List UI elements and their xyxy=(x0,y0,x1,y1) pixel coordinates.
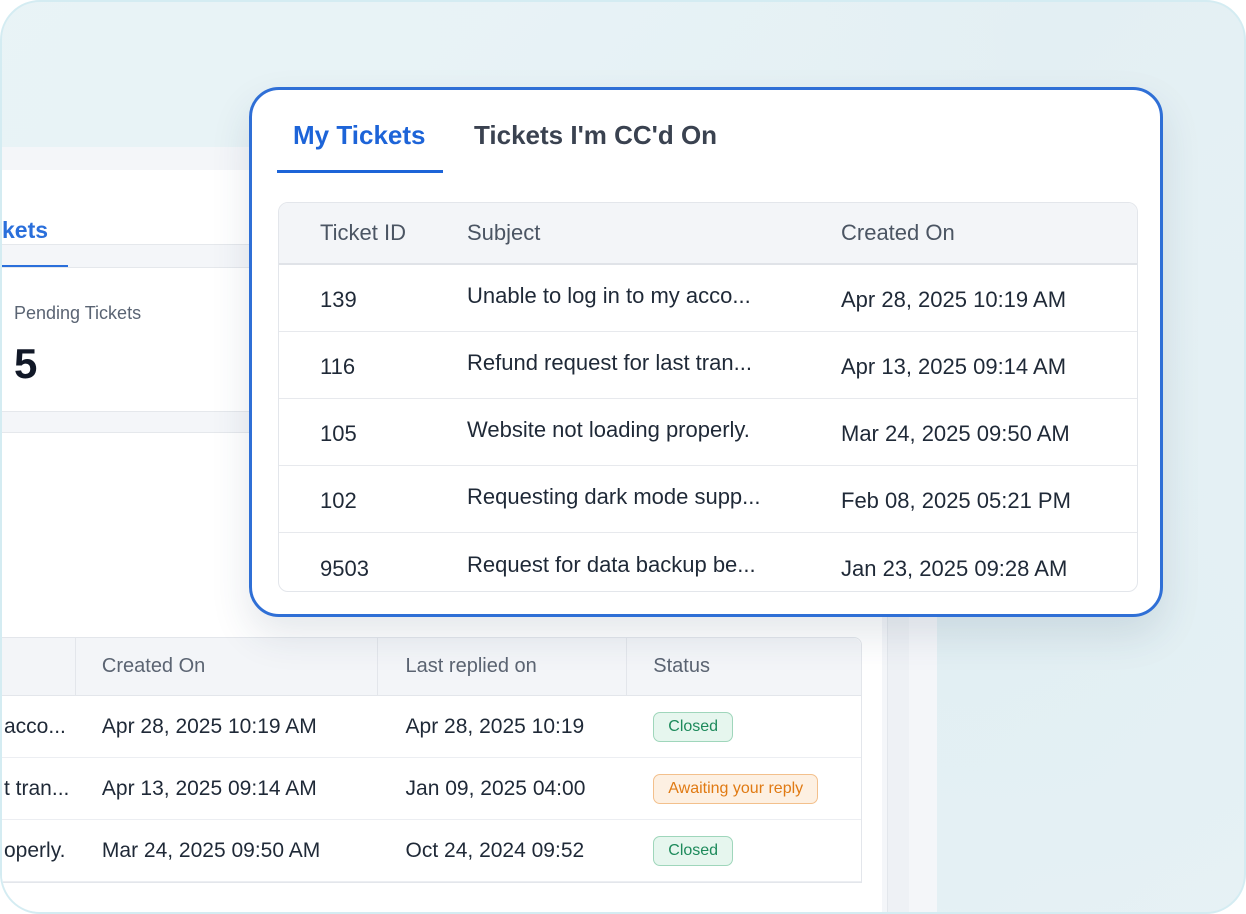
tab-my-tickets[interactable]: My Tickets xyxy=(293,120,425,151)
background-tab-my-tickets[interactable]: kets xyxy=(2,217,48,244)
created-on-cell: Apr 13, 2025 09:14 AM xyxy=(841,354,1067,379)
background-table-header: Created On Last replied on Status xyxy=(2,638,861,696)
subject-cell: Website not loading properly. xyxy=(467,417,750,442)
background-tickets-table: Created On Last replied on Status acco..… xyxy=(2,637,862,883)
active-tab-underline xyxy=(277,170,443,173)
table-row[interactable]: 9503 Request for data backup be... Jan 2… xyxy=(279,533,1137,591)
table-row[interactable]: 139 Unable to log in to my acco... Apr 2… xyxy=(279,265,1137,332)
created-on-cell: Jan 23, 2025 09:28 AM xyxy=(841,555,1068,581)
table-row[interactable]: acco... Apr 28, 2025 10:19 AM Apr 28, 20… xyxy=(2,696,861,758)
last-replied-cell: Jan 09, 2025 04:00 xyxy=(405,776,586,800)
created-on-cell: Apr 28, 2025 10:19 AM xyxy=(101,714,317,738)
ticket-id-cell: 105 xyxy=(320,421,357,446)
status-badge: Closed xyxy=(653,711,734,742)
column-header-last-replied[interactable]: Last replied on xyxy=(378,638,628,695)
column-header-created-on[interactable]: Created On xyxy=(76,638,378,695)
subject-cell: Unable to log in to my acco... xyxy=(467,283,751,308)
table-header: Ticket ID Subject Created On xyxy=(279,203,1137,265)
last-replied-cell: Apr 28, 2025 10:19 xyxy=(405,714,585,738)
column-header-subject[interactable] xyxy=(2,638,76,695)
table-row[interactable]: t tran... Apr 13, 2025 09:14 AM Jan 09, … xyxy=(2,758,861,820)
table-row[interactable]: operly. Mar 24, 2025 09:50 AM Oct 24, 20… xyxy=(2,820,861,882)
ticket-id-cell: 102 xyxy=(320,488,357,513)
status-badge: Awaiting your reply xyxy=(653,773,819,804)
status-cell: Awaiting your reply xyxy=(627,758,861,819)
ticket-id-cell: 9503 xyxy=(320,555,369,581)
ticket-tabs: My Tickets Tickets I'm CC'd On xyxy=(277,90,1137,176)
status-cell: Closed xyxy=(627,820,861,881)
created-on-cell: Apr 13, 2025 09:14 AM xyxy=(101,776,317,800)
created-on-cell: Apr 28, 2025 10:19 AM xyxy=(841,287,1067,312)
subject-cell: operly. xyxy=(4,838,66,862)
pending-tickets-label: Pending Tickets xyxy=(14,303,142,323)
column-header-created-on[interactable]: Created On xyxy=(841,203,1137,263)
last-replied-cell: Oct 24, 2024 09:52 xyxy=(405,838,585,862)
column-header-status[interactable]: Status xyxy=(627,638,861,695)
ticket-id-cell: 116 xyxy=(320,354,356,379)
table-row[interactable]: 116 Refund request for last tran... Apr … xyxy=(279,332,1137,399)
pending-tickets-count: 5 xyxy=(14,340,38,387)
created-on-cell: Feb 08, 2025 05:21 PM xyxy=(841,488,1071,513)
ticket-id-cell: 139 xyxy=(320,287,357,312)
screenshot-frame: kets Pending Tickets 5 Created On Last r… xyxy=(0,0,1246,914)
subject-cell: acco... xyxy=(4,714,66,738)
status-cell: Closed xyxy=(627,696,861,757)
subject-cell: Request for data backup be... xyxy=(467,551,756,577)
column-header-subject[interactable]: Subject xyxy=(467,203,841,263)
subject-cell: t tran... xyxy=(4,776,70,800)
table-row[interactable]: 105 Website not loading properly. Mar 24… xyxy=(279,399,1137,466)
tab-tickets-cc[interactable]: Tickets I'm CC'd On xyxy=(474,120,717,151)
created-on-cell: Mar 24, 2025 09:50 AM xyxy=(101,838,321,862)
table-row[interactable]: 102 Requesting dark mode supp... Feb 08,… xyxy=(279,466,1137,533)
column-header-ticket-id[interactable]: Ticket ID xyxy=(279,203,467,263)
subject-cell: Requesting dark mode supp... xyxy=(467,484,761,509)
my-tickets-popup-card: My Tickets Tickets I'm CC'd On Ticket ID… xyxy=(249,87,1163,617)
status-badge: Closed xyxy=(653,835,734,866)
my-tickets-table: Ticket ID Subject Created On 139 Unable … xyxy=(278,202,1138,592)
created-on-cell: Mar 24, 2025 09:50 AM xyxy=(841,421,1070,446)
subject-cell: Refund request for last tran... xyxy=(467,350,752,375)
